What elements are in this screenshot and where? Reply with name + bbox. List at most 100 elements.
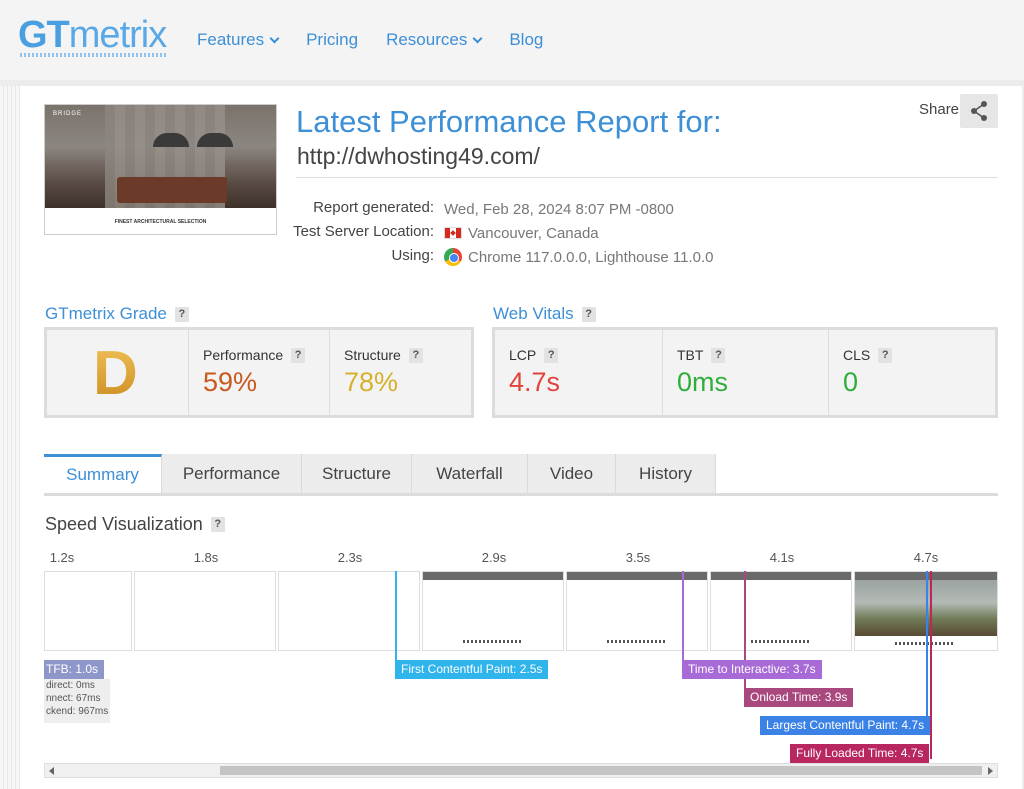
- header-divider: [296, 177, 998, 178]
- speed-visualization-heading-text: Speed Visualization: [45, 514, 203, 534]
- cls-value: 0: [843, 367, 859, 397]
- meta-value: Vancouver, Canada: [444, 223, 599, 243]
- meta-value-text: Vancouver, Canada: [468, 224, 599, 242]
- nav-features[interactable]: Features: [197, 30, 280, 50]
- tab-waterfall[interactable]: Waterfall: [412, 454, 528, 493]
- time-tick: 2.9s: [481, 550, 507, 565]
- thumbnail-lamp: [153, 133, 189, 147]
- tab-structure[interactable]: Structure: [302, 454, 412, 493]
- structure-label: Structure?: [344, 347, 423, 363]
- filmstrip-scrollbar[interactable]: [44, 763, 998, 778]
- frame-text-line: [463, 640, 523, 643]
- time-tick: 4.1s: [769, 550, 795, 565]
- help-icon[interactable]: ?: [291, 347, 306, 363]
- nav-blog[interactable]: Blog: [509, 30, 543, 50]
- lcp-value: 4.7s: [509, 367, 561, 397]
- help-icon[interactable]: ?: [544, 347, 559, 363]
- help-icon[interactable]: ?: [408, 347, 423, 363]
- logo-underline: [20, 53, 166, 57]
- filmstrip-frame[interactable]: [44, 571, 132, 651]
- nav-resources[interactable]: Resources: [386, 30, 483, 50]
- help-icon[interactable]: ?: [174, 306, 189, 322]
- meta-report-generated: Report generated: Wed, Feb 28, 2024 8:07…: [280, 199, 674, 219]
- filmstrip-frame[interactable]: [710, 571, 852, 651]
- lcp-cell: LCP? 4.7s: [495, 330, 662, 415]
- performance-cell: Performance? 59%: [188, 330, 329, 415]
- meta-value-text: Chrome 117.0.0.0, Lighthouse 11.0.0: [468, 248, 714, 266]
- frame-text-line: [751, 640, 811, 643]
- main-nav: Features Pricing Resources Blog: [197, 30, 571, 50]
- cls-label: CLS?: [843, 347, 893, 363]
- fully-loaded-marker-line: [930, 571, 932, 759]
- logo-gt-text: GT: [18, 14, 70, 56]
- structure-cell: Structure? 78%: [329, 330, 471, 415]
- scroll-right-arrow-icon[interactable]: [988, 767, 993, 775]
- help-icon[interactable]: ?: [711, 347, 726, 363]
- onload-time-marker[interactable]: Onload Time: 3.9s: [744, 688, 854, 707]
- frame-text-line: [607, 640, 667, 643]
- filmstrip-frame[interactable]: [134, 571, 276, 651]
- tab-video[interactable]: Video: [528, 454, 616, 493]
- nav-pricing[interactable]: Pricing: [306, 30, 358, 50]
- help-icon[interactable]: ?: [581, 306, 596, 322]
- nav-features-label: Features: [197, 30, 265, 49]
- meta-label: Using:: [391, 247, 434, 264]
- frame-header-bar: [567, 572, 707, 580]
- speed-visualization-heading: Speed Visualization?: [45, 514, 225, 535]
- performance-label: Performance?: [203, 347, 306, 363]
- largest-contentful-paint-marker[interactable]: Largest Contentful Paint: 4.7s: [760, 716, 931, 735]
- lcp-label: LCP?: [509, 347, 559, 363]
- logo-metrix-text: metrix: [68, 14, 167, 56]
- help-icon[interactable]: ?: [878, 347, 893, 363]
- grade-cell: D: [47, 330, 188, 415]
- share-button[interactable]: [960, 94, 998, 128]
- lcp-label-text: LCP: [509, 347, 537, 363]
- site-screenshot-thumbnail[interactable]: BRIDGE FINEST ARCHITECTURAL SELECTION: [44, 104, 277, 235]
- filmstrip-frame[interactable]: [422, 571, 564, 651]
- chrome-icon: [444, 248, 462, 266]
- time-tick: 3.5s: [625, 550, 651, 565]
- first-contentful-paint-marker[interactable]: First Contentful Paint: 2.5s: [395, 660, 549, 679]
- nav-blog-label: Blog: [509, 30, 544, 49]
- nav-resources-label: Resources: [386, 30, 468, 49]
- tab-summary[interactable]: Summary: [44, 454, 162, 493]
- thumbnail-sofa: [117, 177, 227, 203]
- report-url[interactable]: http://dwhosting49.com/: [297, 143, 540, 170]
- structure-label-text: Structure: [344, 347, 401, 363]
- meta-value: Chrome 117.0.0.0, Lighthouse 11.0.0: [444, 247, 713, 267]
- performance-label-text: Performance: [203, 347, 284, 363]
- web-vitals-heading-text: Web Vitals: [493, 304, 574, 323]
- frame-text-line: [895, 642, 955, 645]
- gtmetrix-grade-panel: D Performance? 59% Structure? 78%: [44, 327, 474, 418]
- cls-cell: CLS? 0: [828, 330, 995, 415]
- nav-pricing-label: Pricing: [306, 30, 359, 49]
- ttfb-details: direct: 0ms nnect: 67ms ckend: 967ms: [44, 679, 110, 723]
- web-vitals-panel: LCP? 4.7s TBT? 0ms CLS? 0: [492, 327, 998, 418]
- help-icon[interactable]: ?: [210, 517, 225, 532]
- ttfb-marker[interactable]: TFB: 1.0s: [44, 660, 105, 679]
- grade-letter: D: [93, 339, 138, 408]
- tab-history[interactable]: History: [616, 454, 716, 493]
- tab-performance[interactable]: Performance: [162, 454, 302, 493]
- time-tick: 1.8s: [193, 550, 219, 565]
- time-tick: 4.7s: [913, 550, 939, 565]
- thumbnail-caption: FINEST ARCHITECTURAL SELECTION: [114, 219, 207, 225]
- lcp-marker-line: [926, 571, 928, 731]
- tbt-cell: TBT? 0ms: [662, 330, 828, 415]
- meta-test-server-location: Test Server Location: Vancouver, Canada: [280, 223, 599, 243]
- meta-value: Wed, Feb 28, 2024 8:07 PM -0800: [444, 199, 674, 219]
- filmstrip-frame[interactable]: [278, 571, 420, 651]
- page-title: Latest Performance Report for:: [296, 104, 722, 139]
- gtmetrix-logo[interactable]: GTmetrix: [18, 14, 167, 57]
- share-icon: [971, 101, 987, 121]
- ttfb-backend: ckend: 967ms: [46, 706, 109, 717]
- scrollbar-thumb[interactable]: [220, 766, 982, 775]
- thumbnail-lamp: [197, 133, 233, 147]
- share-label: Share: [919, 101, 960, 118]
- structure-value: 78%: [344, 367, 399, 397]
- web-vitals-heading: Web Vitals?: [493, 304, 596, 324]
- filmstrip-frame[interactable]: [566, 571, 708, 651]
- fully-loaded-time-marker[interactable]: Fully Loaded Time: 4.7s: [790, 744, 930, 763]
- time-to-interactive-marker[interactable]: Time to Interactive: 3.7s: [682, 660, 822, 679]
- scroll-left-arrow-icon[interactable]: [49, 767, 54, 775]
